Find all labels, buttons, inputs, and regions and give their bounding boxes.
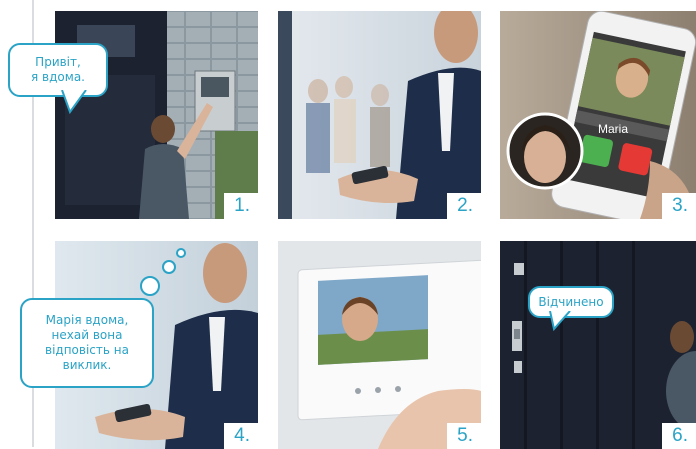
step-number: 4. — [224, 423, 258, 449]
step-number: 3. — [662, 193, 696, 219]
step-3-image: Maria 3. — [500, 11, 696, 219]
smartphone-video-call-illustration: Maria — [500, 11, 696, 219]
door-scene-illustration — [500, 241, 696, 449]
caller-name-label: Maria — [598, 122, 628, 136]
speech-bubble-tail — [549, 311, 571, 331]
step-5-image: 5. — [278, 241, 481, 449]
speech-bubble: Привіт, я вдома. — [8, 43, 108, 97]
thought-bubble-dot — [140, 276, 160, 296]
step-6-image: 6. — [500, 241, 696, 449]
video-intercom-monitor-illustration — [278, 241, 481, 449]
man-with-phone-illustration — [278, 11, 481, 219]
speech-bubble-tail — [61, 90, 87, 114]
thought-bubble: Марія вдома, нехай вона відповість на ви… — [20, 298, 154, 388]
step-number: 2. — [447, 193, 481, 219]
thought-bubble-dot — [176, 248, 186, 258]
step-2-image: 2. — [278, 11, 481, 219]
thought-bubble-dot — [162, 260, 176, 274]
step-number: 1. — [224, 193, 258, 219]
step-number: 5. — [447, 423, 481, 449]
step-number: 6. — [662, 423, 696, 449]
